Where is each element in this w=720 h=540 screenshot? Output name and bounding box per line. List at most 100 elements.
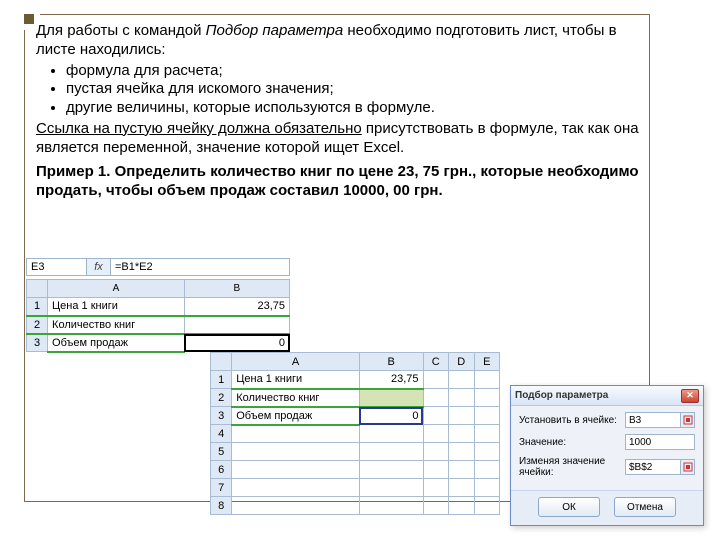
- cell[interactable]: [474, 407, 500, 425]
- fx-icon[interactable]: fx: [87, 259, 111, 275]
- cell[interactable]: Количество книг: [48, 316, 185, 334]
- row-set-cell: Установить в ячейке: B3: [519, 412, 695, 428]
- cell[interactable]: [184, 316, 289, 334]
- bullet-3: другие величины, которые используются в …: [66, 99, 640, 118]
- cell[interactable]: [359, 443, 423, 461]
- cell[interactable]: Количество книг: [232, 389, 360, 407]
- bullet-1: формула для расчета;: [66, 62, 640, 81]
- cell[interactable]: Цена 1 книги: [48, 298, 185, 316]
- cell[interactable]: [449, 479, 475, 497]
- col-header-b[interactable]: B: [184, 280, 289, 298]
- row-header[interactable]: 6: [211, 461, 232, 479]
- intro-command-name: Подбор параметра: [206, 22, 344, 39]
- row-header[interactable]: 8: [211, 497, 232, 515]
- cell[interactable]: [423, 461, 449, 479]
- cell[interactable]: [449, 425, 475, 443]
- cell-selected[interactable]: 0: [184, 334, 289, 352]
- col-header-c[interactable]: C: [423, 353, 449, 371]
- requirements-list: формула для расчета; пустая ячейка для и…: [36, 62, 640, 118]
- row-header[interactable]: 1: [211, 371, 232, 389]
- cell[interactable]: [474, 479, 500, 497]
- row-header[interactable]: 4: [211, 425, 232, 443]
- cell[interactable]: [423, 407, 449, 425]
- cell[interactable]: [449, 389, 475, 407]
- cell[interactable]: [232, 443, 360, 461]
- cancel-button[interactable]: Отмена: [614, 497, 676, 517]
- cell[interactable]: [474, 497, 500, 515]
- cell[interactable]: [449, 407, 475, 425]
- dialog-titlebar[interactable]: Подбор параметра ✕: [511, 386, 703, 406]
- row-header[interactable]: 3: [211, 407, 232, 425]
- cell[interactable]: [423, 497, 449, 515]
- cell[interactable]: [359, 425, 423, 443]
- cell[interactable]: [474, 461, 500, 479]
- cell[interactable]: [449, 371, 475, 389]
- cell[interactable]: [359, 461, 423, 479]
- cell[interactable]: Цена 1 книги: [232, 371, 360, 389]
- spreadsheet-1: E3 fx =B1*E2 A B 1 Цена 1 книги 23,75 2 …: [26, 258, 290, 353]
- cell[interactable]: [423, 479, 449, 497]
- cell[interactable]: [423, 371, 449, 389]
- bullet-2: пустая ячейка для искомого значения;: [66, 80, 640, 99]
- cell[interactable]: [474, 389, 500, 407]
- formula-bar: E3 fx =B1*E2: [26, 258, 290, 276]
- label-changing-cell: Изменяя значение ячейки:: [519, 456, 625, 478]
- row-header[interactable]: 7: [211, 479, 232, 497]
- intro-paragraph: Для работы с командой Подбор параметра н…: [36, 22, 640, 60]
- cell[interactable]: [423, 425, 449, 443]
- corner-cell[interactable]: [211, 353, 232, 371]
- row-header[interactable]: 2: [27, 316, 48, 334]
- cell[interactable]: [474, 425, 500, 443]
- col-header-b[interactable]: B: [359, 353, 423, 371]
- col-header-a[interactable]: A: [232, 353, 360, 371]
- range-picker-icon[interactable]: [681, 412, 695, 428]
- row-header[interactable]: 3: [27, 334, 48, 352]
- cell[interactable]: 23,75: [184, 298, 289, 316]
- label-set-cell: Установить в ячейке:: [519, 415, 625, 426]
- ok-button[interactable]: ОК: [538, 497, 600, 517]
- cell[interactable]: 23,75: [359, 371, 423, 389]
- cell[interactable]: [449, 461, 475, 479]
- cell[interactable]: [423, 389, 449, 407]
- note-paragraph: Ссылка на пустую ячейку должна обязатель…: [36, 120, 640, 158]
- row-header[interactable]: 1: [27, 298, 48, 316]
- grid-1: A B 1 Цена 1 книги 23,75 2 Количество кн…: [26, 279, 290, 353]
- document-text: Для работы с командой Подбор параметра н…: [36, 22, 640, 201]
- cell[interactable]: [359, 497, 423, 515]
- cell[interactable]: Объем продаж: [232, 407, 360, 425]
- dialog-body: Установить в ячейке: B3 Значение: 1000 И…: [511, 406, 703, 490]
- input-set-cell[interactable]: B3: [625, 412, 681, 428]
- input-value[interactable]: 1000: [625, 434, 695, 450]
- label-value: Значение:: [519, 437, 625, 448]
- goal-seek-dialog: Подбор параметра ✕ Установить в ячейке: …: [510, 385, 704, 526]
- cell[interactable]: [474, 443, 500, 461]
- cell[interactable]: Объем продаж: [48, 334, 185, 352]
- corner-cell[interactable]: [27, 280, 48, 298]
- row-header[interactable]: 5: [211, 443, 232, 461]
- intro-before: Для работы с командой: [36, 22, 206, 39]
- cell[interactable]: [232, 461, 360, 479]
- col-header-a[interactable]: A: [48, 280, 185, 298]
- row-changing-cell: Изменяя значение ячейки: $B$2: [519, 456, 695, 478]
- cell[interactable]: [232, 479, 360, 497]
- cell-highlighted[interactable]: [359, 389, 423, 407]
- cell[interactable]: [232, 497, 360, 515]
- close-button[interactable]: ✕: [681, 389, 699, 403]
- cell[interactable]: [449, 497, 475, 515]
- dialog-buttons: ОК Отмена: [511, 490, 703, 525]
- grid-2: A B C D E 1Цена 1 книги23,75 2Количество…: [210, 352, 500, 515]
- cell[interactable]: [474, 371, 500, 389]
- col-header-d[interactable]: D: [449, 353, 475, 371]
- range-picker-icon[interactable]: [681, 459, 695, 475]
- cell[interactable]: [423, 443, 449, 461]
- formula-input[interactable]: =B1*E2: [111, 259, 289, 275]
- cell-selected[interactable]: 0: [359, 407, 423, 425]
- row-header[interactable]: 2: [211, 389, 232, 407]
- input-changing-cell[interactable]: $B$2: [625, 459, 681, 475]
- cell[interactable]: [449, 443, 475, 461]
- cell[interactable]: [232, 425, 360, 443]
- name-box[interactable]: E3: [27, 259, 87, 275]
- cell[interactable]: [359, 479, 423, 497]
- dialog-title: Подбор параметра: [515, 390, 608, 401]
- col-header-e[interactable]: E: [474, 353, 500, 371]
